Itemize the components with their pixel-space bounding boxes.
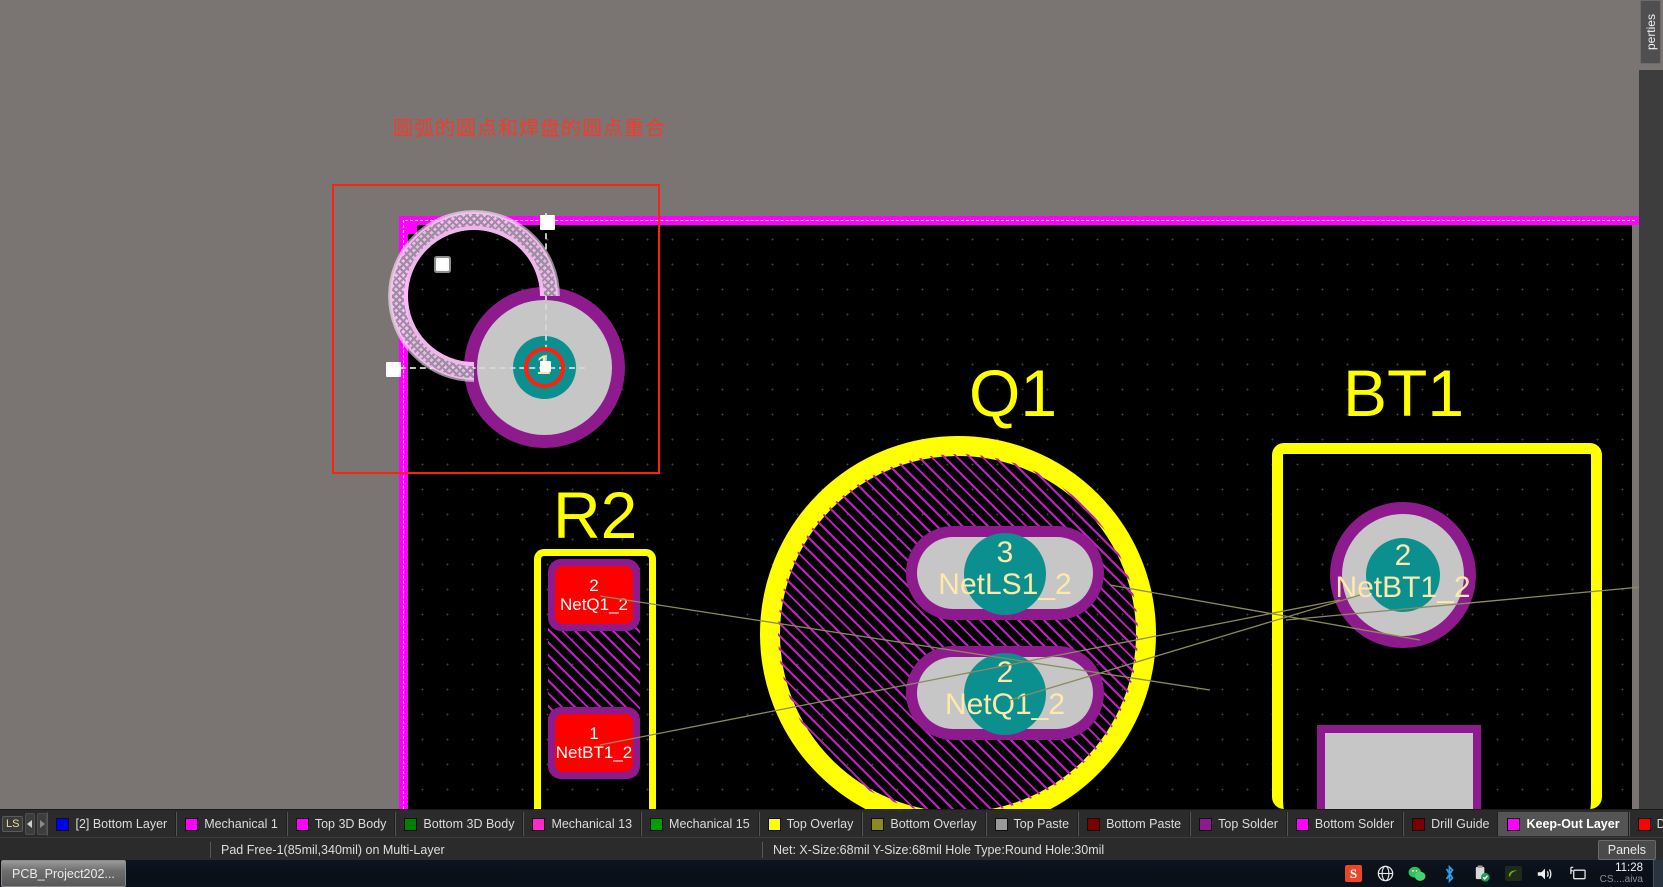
- pad-net: NetLS1_2: [938, 568, 1072, 601]
- properties-tab-label: perties: [1643, 13, 1658, 51]
- layer-color-swatch: [404, 817, 418, 831]
- layer-tab-bottom-overlay[interactable]: Bottom Overlay: [862, 812, 986, 836]
- right-panel-gutter: [1639, 70, 1663, 809]
- layer-tab-label: Top Paste: [1013, 817, 1070, 831]
- os-taskbar: PCB_Project202... S 11:28 CS....aiva: [0, 860, 1663, 887]
- layer-color-swatch: [1637, 817, 1651, 831]
- pad-number: 2: [1394, 539, 1412, 572]
- pad-bt1-2-label: 2 NetBT1_2: [1328, 540, 1478, 604]
- layer-tab-label: Bottom Paste: [1106, 817, 1182, 831]
- layer-tab-label: Top 3D Body: [314, 817, 387, 831]
- properties-panel-tab[interactable]: perties: [1640, 0, 1661, 64]
- layer-color-swatch: [650, 817, 664, 831]
- right-arrow-icon[interactable]: [37, 813, 48, 835]
- pad-q1-3-label: 3 NetLS1_2: [906, 537, 1104, 601]
- annotation-note: 圆弧的圆点和焊盘的圆点重合: [393, 116, 666, 140]
- layer-tab-label: Top Solder: [1218, 817, 1278, 831]
- taskbar-clock[interactable]: 11:28 CS....aiva: [1600, 862, 1647, 886]
- pad-net: NetQ1_2: [559, 595, 629, 614]
- layer-set-button[interactable]: LS: [2, 816, 24, 832]
- layer-tab-label: Keep-Out Layer: [1526, 817, 1620, 831]
- taskbar-window-button[interactable]: PCB_Project202...: [1, 860, 126, 887]
- layer-color-swatch: [185, 817, 199, 831]
- layer-tab-label: [2] Bottom Layer: [75, 817, 168, 831]
- layer-list: [2] Bottom Layer Mechanical 1 Top 3D Body B…: [47, 812, 1663, 836]
- layer-tab-2-bottom-layer[interactable]: [2] Bottom Layer: [47, 812, 177, 836]
- layer-color-swatch: [994, 817, 1008, 831]
- layer-tab-drill-guide[interactable]: Drill Guide: [1403, 812, 1499, 836]
- bt1-pad-metal: [1325, 733, 1473, 809]
- pad-number: 3: [996, 536, 1014, 569]
- clock-overlay: CS....aiva: [1599, 873, 1643, 885]
- sogou-input-icon[interactable]: S: [1344, 864, 1363, 883]
- network-globe-icon[interactable]: [1376, 864, 1395, 883]
- layer-color-swatch: [1199, 817, 1213, 831]
- volume-icon[interactable]: [1536, 864, 1555, 883]
- panels-button[interactable]: Panels: [1597, 840, 1656, 860]
- component-body-q1: [778, 454, 1138, 809]
- layer-tab-keep-out-layer[interactable]: Keep-Out Layer: [1498, 812, 1629, 836]
- layer-tab-drill-drawing[interactable]: Drill Drawing: [1628, 812, 1663, 836]
- usb-drive-icon[interactable]: [1472, 864, 1491, 883]
- layer-tab-mechanical-13[interactable]: Mechanical 13: [523, 812, 642, 836]
- layer-tab-label: Bottom Solder: [1314, 817, 1395, 831]
- pad-net: NetBT1_2: [1335, 571, 1471, 604]
- app-window: 3 NetLS1_2 2 NetQ1_2 2 NetBT1_2 2 NetQ1_…: [0, 0, 1663, 887]
- layer-color-swatch: [1295, 817, 1309, 831]
- layer-tab-label: Mechanical 1: [204, 817, 278, 831]
- layer-tab-label: Mechanical 15: [669, 817, 750, 831]
- wechat-icon[interactable]: [1408, 864, 1427, 883]
- layer-tab-top-overlay[interactable]: Top Overlay: [758, 812, 863, 836]
- layer-tab-label: Mechanical 13: [551, 817, 633, 831]
- layer-tab-mechanical-15[interactable]: Mechanical 15: [641, 812, 759, 836]
- layer-color-swatch: [871, 817, 885, 831]
- pcb-canvas[interactable]: 3 NetLS1_2 2 NetQ1_2 2 NetBT1_2 2 NetQ1_…: [0, 0, 1663, 809]
- show-desktop-button[interactable]: [1653, 860, 1663, 887]
- layer-tab-bottom-3d-body[interactable]: Bottom 3D Body: [395, 812, 524, 836]
- layer-color-swatch: [56, 817, 70, 831]
- display-icon[interactable]: [1568, 864, 1587, 883]
- nvidia-icon[interactable]: [1504, 864, 1523, 883]
- status-net-info: Net: X-Size:68mil Y-Size:68mil Hole Type…: [773, 842, 1105, 857]
- bluetooth-icon[interactable]: [1440, 864, 1459, 883]
- layer-color-swatch: [295, 817, 309, 831]
- layer-color-swatch: [767, 817, 781, 831]
- pad-q1-2-label: 2 NetQ1_2: [906, 657, 1104, 721]
- layer-color-swatch: [1507, 817, 1521, 831]
- left-arrow-icon[interactable]: [25, 813, 36, 835]
- clock-time: 11:28: [1615, 861, 1643, 874]
- layer-color-swatch: [1087, 817, 1101, 831]
- designator-q1: Q1: [969, 356, 1058, 430]
- pad-net: NetBT1_2: [555, 743, 633, 762]
- status-object-info: Pad Free-1(85mil,340mil) on Multi-Layer: [221, 842, 445, 857]
- layer-tab-bottom-paste[interactable]: Bottom Paste: [1078, 812, 1191, 836]
- layer-tab-top-solder[interactable]: Top Solder: [1190, 812, 1287, 836]
- layer-tab-mechanical-1[interactable]: Mechanical 1: [176, 812, 287, 836]
- pad-number: 2: [996, 656, 1014, 689]
- pad-r2-2-label: 2 NetQ1_2: [548, 576, 640, 614]
- layer-tab-label: Bottom Overlay: [890, 817, 977, 831]
- designator-r2: R2: [553, 478, 638, 552]
- layer-tab-label: Bottom 3D Body: [423, 817, 515, 831]
- layer-tab-top-paste[interactable]: Top Paste: [985, 812, 1079, 836]
- layer-tab-label: Top Overlay: [786, 817, 854, 831]
- pad-net: NetQ1_2: [944, 688, 1066, 721]
- pad-number: 1: [589, 724, 599, 743]
- layer-tab-label: Drill Drawing: [1656, 817, 1663, 831]
- layer-tab-bar[interactable]: LS [2] Bottom Layer Mechanical 1 Top 3D Bo…: [0, 809, 1663, 838]
- status-bar: Pad Free-1(85mil,340mil) on Multi-Layer …: [0, 837, 1663, 861]
- selection-rectangle: [332, 184, 660, 474]
- svg-text:S: S: [1350, 866, 1357, 881]
- layer-tab-bottom-solder[interactable]: Bottom Solder: [1286, 812, 1404, 836]
- pad-r2-1-label: 1 NetBT1_2: [548, 724, 640, 762]
- layer-color-swatch: [1412, 817, 1426, 831]
- layer-tab-label: Drill Guide: [1431, 817, 1490, 831]
- designator-bt1: BT1: [1343, 356, 1465, 430]
- layer-tab-top-3d-body[interactable]: Top 3D Body: [286, 812, 396, 836]
- system-tray: S 11:28 CS....aiva: [1344, 862, 1653, 886]
- pad-number: 2: [589, 576, 599, 595]
- layer-color-swatch: [532, 817, 546, 831]
